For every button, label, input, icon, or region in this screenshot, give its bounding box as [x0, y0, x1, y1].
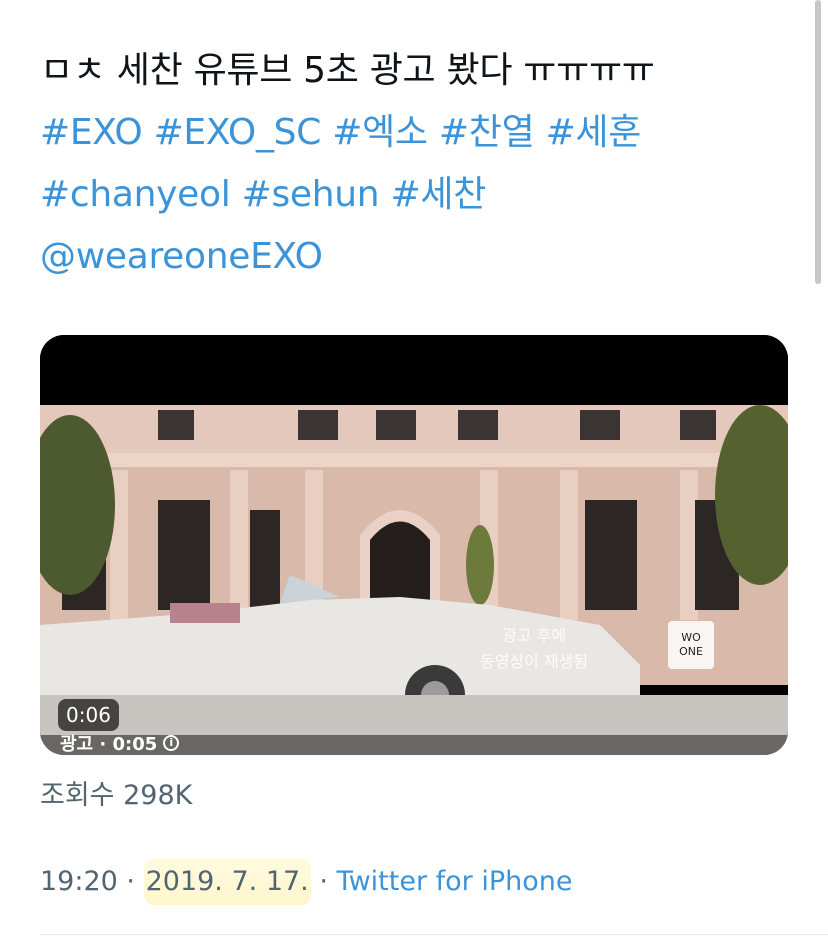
meta-separator-1: · [126, 866, 135, 897]
channel-logo-line-2: ONE [679, 645, 703, 658]
video-frame-image [40, 335, 788, 755]
hashtag-line-1: #EXO #EXO_SC #엑소 #찬열 #세훈 [40, 102, 800, 164]
hashtag-exo-sc[interactable]: #EXO_SC [154, 112, 322, 153]
hashtag-exo[interactable]: #EXO [40, 112, 143, 153]
view-count: 조회수 298K [40, 780, 193, 811]
ad-overlay-line-2: 동영상이 재생됨 [480, 652, 589, 671]
ad-overlay-text: 광고 후에 동영상이 재생됨 [480, 623, 588, 675]
info-icon[interactable]: i [163, 735, 180, 751]
tweet-line-1: ㅁㅊ 세찬 유튜브 5초 광고 봤다 ㅠㅠㅠㅠ [40, 50, 655, 91]
ad-countdown: 광고 · 0:05 i [60, 730, 180, 755]
hashtag-sehun[interactable]: #sehun [242, 174, 380, 215]
tweet-text: ㅁㅊ 세찬 유튜브 5초 광고 봤다 ㅠㅠㅠㅠ #EXO #EXO_SC #엑소… [40, 40, 800, 288]
hashtag-sehun-kr[interactable]: #세훈 [546, 112, 642, 153]
hashtag-line-2: #chanyeol #sehun #세찬 [40, 164, 800, 226]
hashtag-sechan[interactable]: #세찬 [390, 174, 486, 215]
tweet-date: 2019. 7. 17. [143, 858, 311, 905]
video-duration: 0:06 [58, 699, 119, 731]
video-player[interactable]: 광고 후에 동영상이 재생됨 WO ONE 0:06 광고 · 0:05 i [40, 335, 788, 755]
hashtag-chanyeol[interactable]: #chanyeol [40, 174, 231, 215]
hashtag-chanyeol-kr[interactable]: #찬열 [439, 112, 535, 153]
divider [40, 934, 828, 935]
ad-countdown-label: 광고 · 0:05 [60, 734, 158, 755]
channel-logo-line-1: WO [681, 631, 701, 644]
mention-link[interactable]: @weareoneEXO [40, 226, 800, 288]
tweet-source-link[interactable]: Twitter for iPhone [337, 866, 573, 897]
hashtag-exo-kr[interactable]: #엑소 [332, 112, 428, 153]
meta-separator-2: · [319, 866, 328, 897]
channel-logo: WO ONE [668, 621, 714, 669]
tweet-metadata: 19:20 · 2019. 7. 17. · Twitter for iPhon… [40, 858, 573, 905]
scrollbar[interactable] [815, 0, 821, 284]
ad-overlay-line-1: 광고 후에 [502, 626, 567, 645]
tweet-time: 19:20 [40, 866, 118, 897]
